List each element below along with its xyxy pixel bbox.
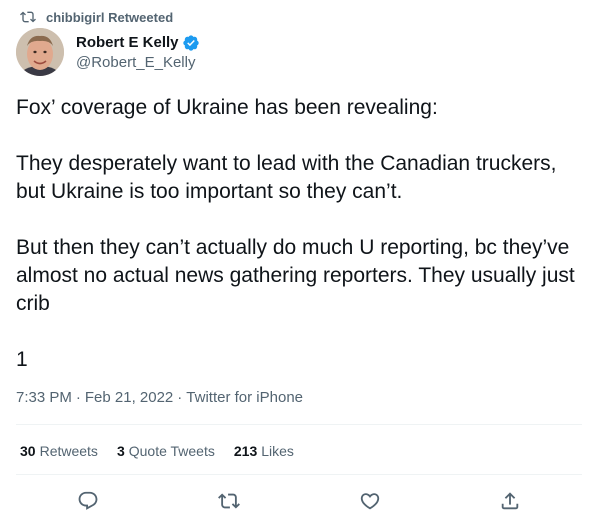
reply-icon [78, 491, 98, 510]
tweet-paragraph: Fox’ coverage of Ukraine has been reveal… [16, 96, 438, 119]
avatar[interactable] [16, 28, 64, 76]
divider [16, 474, 582, 475]
author-name[interactable]: Robert E Kelly [76, 33, 179, 52]
quote-tweets-count: 3 [116, 443, 125, 459]
quote-tweets-label: Quote Tweets [128, 443, 215, 459]
meta-separator: · [177, 389, 183, 406]
retweet-icon [218, 493, 240, 509]
retweets-count: 30 [20, 443, 36, 459]
likes-stat[interactable]: 213 Likes [234, 443, 294, 459]
retweet-button[interactable] [218, 490, 240, 512]
divider [16, 424, 582, 425]
tweet-source[interactable]: Twitter for iPhone [186, 389, 303, 406]
share-button[interactable] [499, 490, 521, 512]
tweet-paragraph: They desperately want to lead with the C… [16, 152, 563, 203]
tweet-time[interactable]: 7:33 PM [16, 389, 72, 406]
reply-button[interactable] [77, 490, 99, 512]
retweets-stat[interactable]: 30 Retweets [20, 443, 98, 459]
tweet-paragraph: But then they can’t actually do much U r… [16, 236, 581, 315]
tweet-stats: 30 Retweets 3 Quote Tweets 213 Likes [20, 443, 313, 459]
meta-separator: · [75, 389, 81, 406]
author-block[interactable]: Robert E Kelly @Robert_E_Kelly [76, 33, 200, 72]
retweet-label: chibbigirl Retweeted [46, 9, 174, 25]
verified-badge-icon [182, 34, 199, 51]
like-button[interactable] [359, 490, 381, 512]
like-icon [360, 493, 380, 510]
likes-label: Likes [261, 443, 294, 459]
likes-count: 213 [233, 443, 258, 459]
retweet-icon [20, 11, 36, 23]
tweet-paragraph: 1 [16, 348, 28, 371]
author-handle[interactable]: @Robert_E_Kelly [76, 53, 200, 72]
tweet-meta: 7:33 PM · Feb 21, 2022 · Twitter for iPh… [16, 389, 303, 406]
tweet-date[interactable]: Feb 21, 2022 [85, 389, 173, 406]
tweet-text: Fox’ coverage of Ukraine has been reveal… [16, 94, 582, 374]
quote-tweets-stat[interactable]: 3 Quote Tweets [117, 443, 215, 459]
share-icon [501, 492, 519, 510]
retweets-label: Retweets [39, 443, 98, 459]
action-bar [0, 490, 598, 512]
retweet-indicator[interactable]: chibbigirl Retweeted [20, 8, 173, 26]
